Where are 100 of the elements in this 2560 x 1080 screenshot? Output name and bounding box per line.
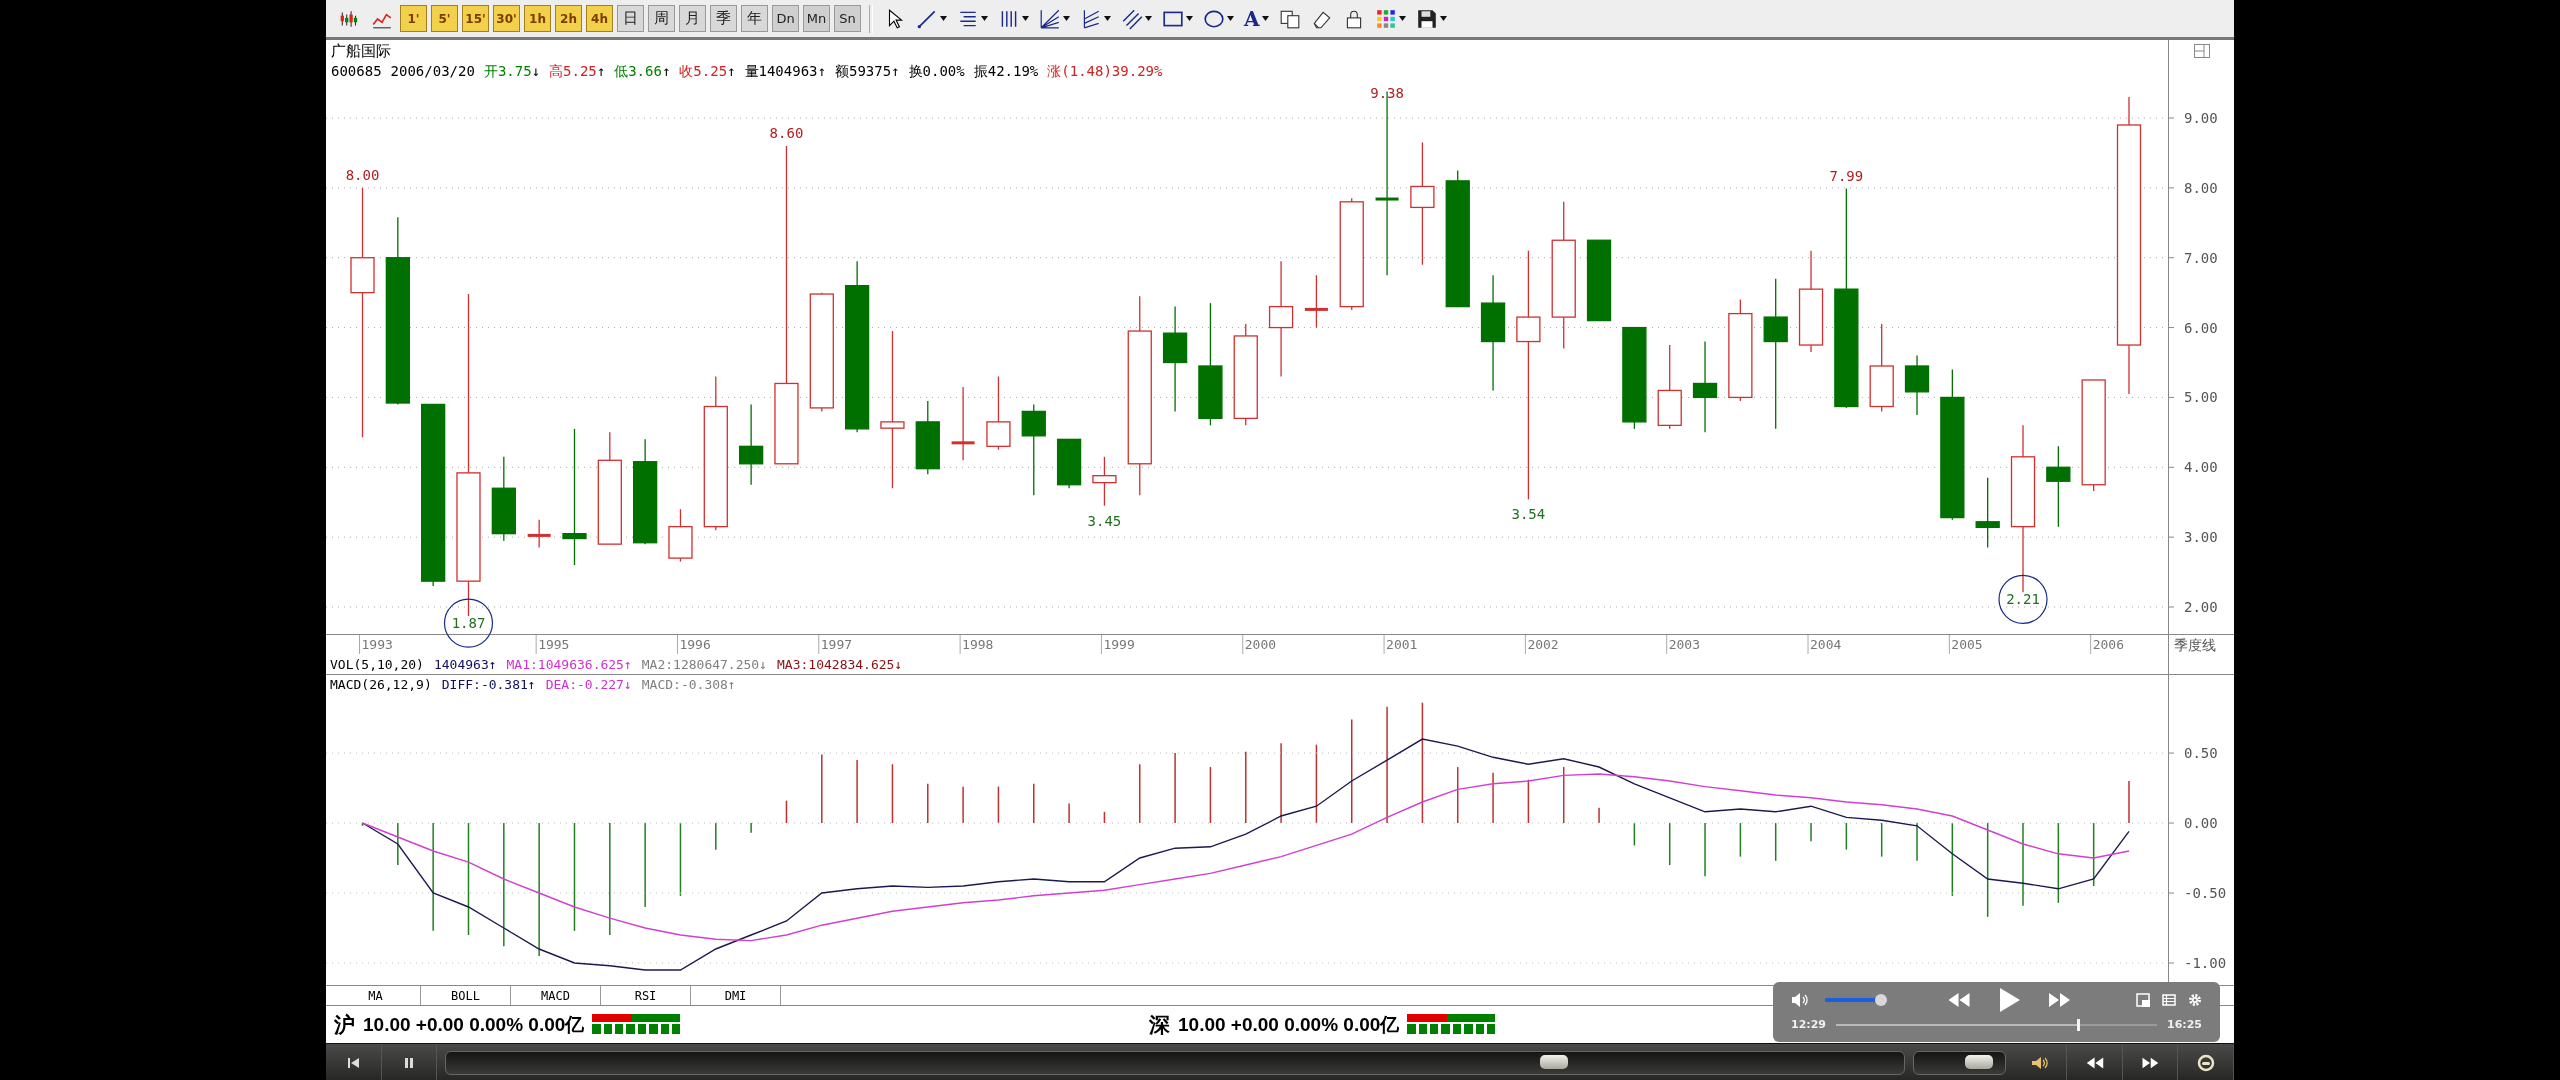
indicator-value: DIFF:-0.381↑ <box>441 676 536 692</box>
layout-icon[interactable] <box>2193 44 2210 58</box>
year-label: 2005 <box>1951 637 1983 652</box>
axis-label: 2.00 <box>2184 599 2218 615</box>
volume-slider[interactable] <box>1912 1050 2006 1075</box>
caret-icon <box>1227 16 1234 21</box>
caret-icon <box>1439 16 1447 21</box>
candlestick <box>668 508 693 563</box>
caret-icon <box>1104 16 1111 21</box>
quote-field: 高5.25↑ <box>549 63 606 81</box>
caret-icon <box>1398 16 1406 21</box>
settings-icon <box>2188 993 2202 1007</box>
year-label: 2003 <box>1668 637 1700 652</box>
year-label: 2002 <box>1527 637 1559 652</box>
picture-in-picture-button[interactable] <box>2136 993 2150 1007</box>
period-button[interactable]: 4h <box>586 5 613 32</box>
play-button[interactable] <box>1997 987 2021 1013</box>
indicator-value: 1404963↑ <box>433 656 497 672</box>
year-label: 1998 <box>962 637 994 652</box>
indicator-value: VOL(5,10,20) <box>330 656 424 672</box>
axis-label: 6.00 <box>2184 319 2218 336</box>
caret-icon <box>1145 16 1152 21</box>
quote-field: 涨(1.48)39.29% <box>1047 63 1163 81</box>
picture-in-picture-icon <box>2136 993 2150 1007</box>
period-button[interactable]: 年 <box>741 5 768 32</box>
fast-forward-icon <box>2047 990 2071 1010</box>
candlestick <box>1092 456 1117 507</box>
caret-icon <box>1022 16 1029 21</box>
axis-label: 0.50 <box>2184 745 2218 762</box>
period-button[interactable]: 1' <box>400 5 427 32</box>
fan-lines-icon <box>1039 7 1061 30</box>
axis-label: 4.00 <box>2184 459 2218 476</box>
list-icon <box>2162 993 2176 1007</box>
axis-label: -1.00 <box>2184 955 2227 971</box>
period-button[interactable]: Sn <box>834 5 861 32</box>
caret-icon <box>1261 16 1269 21</box>
price-label: 1.87 <box>451 615 486 632</box>
total-time: 16:25 <box>2167 1018 2202 1031</box>
price-label: 8.60 <box>769 124 804 141</box>
play-icon <box>1997 987 2021 1013</box>
caret-icon <box>940 16 947 21</box>
year-label: 2000 <box>1244 637 1277 652</box>
price-label: 3.45 <box>1087 512 1122 529</box>
indicator-value: MA1:1049636.625↑ <box>506 656 632 672</box>
market-quote: 10.00 +0.00 0.00% 0.00亿 <box>1178 1012 1400 1037</box>
axis-label: -0.50 <box>2184 885 2227 902</box>
rewind-icon <box>1947 990 1971 1010</box>
period-button[interactable]: Mn <box>803 5 830 32</box>
speaker-icon[interactable] <box>1791 992 1809 1008</box>
highlight-circle <box>1998 574 2048 624</box>
parallel-lines-icon <box>1121 7 1143 30</box>
market-name: 深 <box>1149 1011 1170 1039</box>
seek-slider[interactable] <box>445 1050 1905 1075</box>
period-button[interactable]: Dn <box>772 5 799 32</box>
candlestick <box>1304 274 1328 329</box>
price-label: 3.54 <box>1511 506 1546 523</box>
price-label: 7.99 <box>1829 167 1864 184</box>
market-name: 沪 <box>334 1011 355 1039</box>
caret-icon <box>1186 16 1193 21</box>
period-button[interactable]: 15' <box>462 5 489 32</box>
period-button[interactable]: 30' <box>493 5 520 32</box>
indicator-value: MA3:1042834.625↓ <box>777 656 903 672</box>
axis-label: 0.00 <box>2184 815 2218 832</box>
quote-field: 低3.66↑ <box>614 63 671 81</box>
axis-label: 3.00 <box>2184 529 2218 546</box>
highlight-circle <box>443 598 494 648</box>
progress-slider[interactable] <box>1834 1018 2159 1031</box>
list-button[interactable] <box>2162 993 2176 1007</box>
axis-label: 9.00 <box>2184 110 2218 126</box>
quote-field: 振42.19% <box>973 63 1039 81</box>
period-button[interactable]: 5' <box>431 5 458 32</box>
caret-icon <box>981 16 988 21</box>
candlestick <box>1904 354 1930 416</box>
letter-tool-button[interactable]: A <box>1241 4 1272 33</box>
candlestick <box>527 519 551 549</box>
year-label: 1996 <box>679 637 711 652</box>
period-button[interactable]: 周 <box>648 5 675 32</box>
period-button[interactable]: 1h <box>524 5 551 32</box>
indicator-value: DEA:-0.227↓ <box>545 676 632 692</box>
settings-button[interactable] <box>2188 993 2202 1007</box>
year-label: 2001 <box>1386 637 1418 652</box>
period-button[interactable]: 月 <box>679 5 706 32</box>
elapsed-time: 12:29 <box>1791 1018 1826 1031</box>
period-button[interactable]: 季 <box>710 5 737 32</box>
quote-field: 开3.75↓ <box>483 63 541 81</box>
caret-icon <box>1063 16 1070 21</box>
candlestick <box>1056 438 1082 489</box>
period-button[interactable]: 日 <box>617 5 644 32</box>
quote-field: 换0.00% <box>908 63 965 81</box>
year-label: 1995 <box>538 637 570 652</box>
year-label: 1999 <box>1103 637 1135 652</box>
candlestick <box>1975 477 2000 549</box>
market-quote: 10.00 +0.00 0.00% 0.00亿 <box>363 1012 585 1037</box>
period-button[interactable]: 2h <box>555 5 582 32</box>
indicator-value: MACD(26,12,9) <box>330 676 432 692</box>
record-icon <box>2196 1053 2215 1072</box>
year-label: 2006 <box>2092 637 2124 652</box>
period-label: 季度线 <box>2174 637 2216 653</box>
quote-field: 600685 <box>331 63 382 81</box>
axis-label: 5.00 <box>2184 389 2218 406</box>
